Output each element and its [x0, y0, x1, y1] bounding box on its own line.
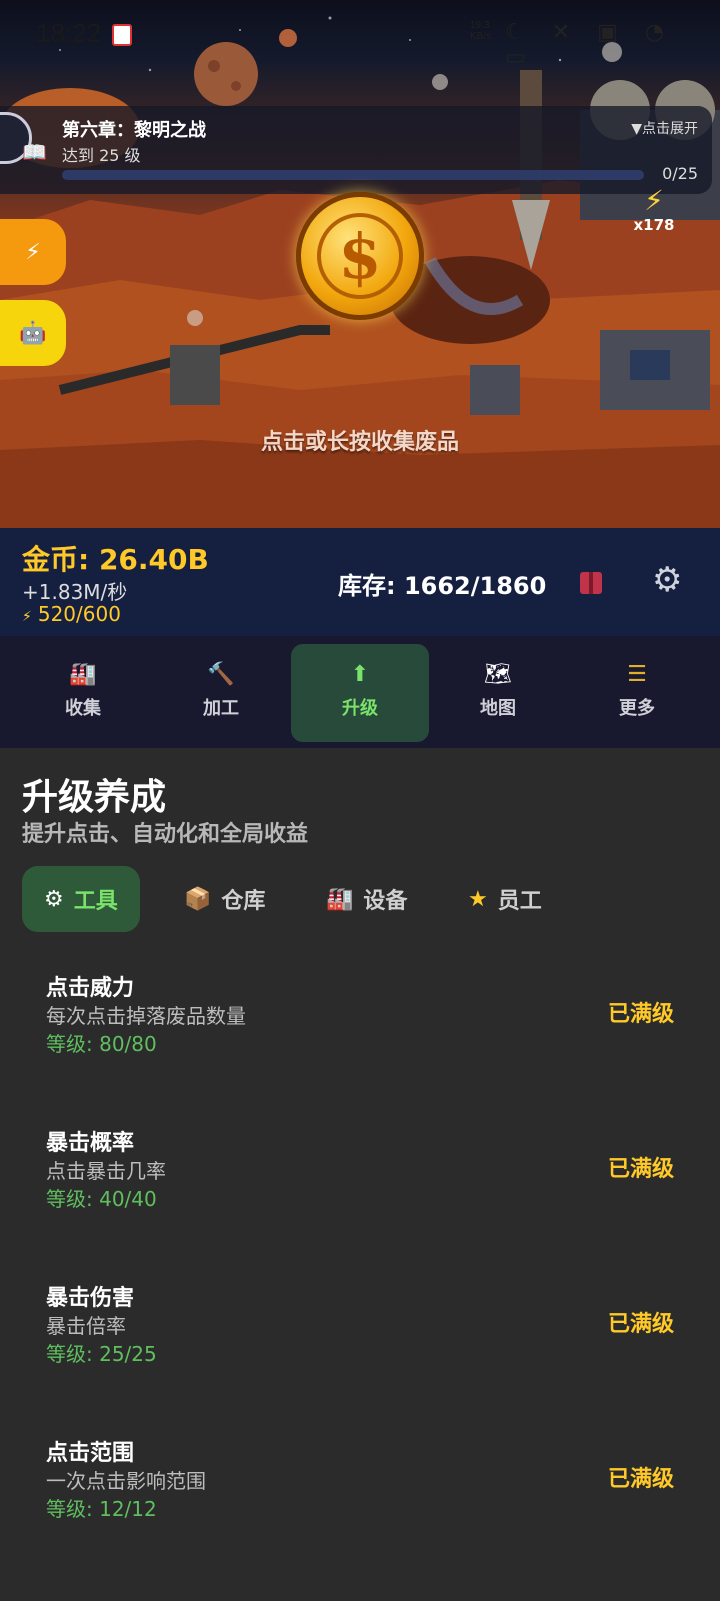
chapter-progress-bar: [62, 170, 644, 180]
max-level-badge: 已满级: [607, 1467, 674, 1492]
page-title: 升级养成: [22, 777, 167, 818]
tab-tools[interactable]: ⚙ 工具: [22, 866, 140, 932]
gold-rate: +1.83M/秒: [22, 580, 128, 604]
settings-gear-icon[interactable]: ⚙: [652, 560, 682, 600]
clock-time: 18:22: [36, 18, 102, 48]
inventory-amount: 库存: 1662/1860: [338, 572, 547, 600]
nav-more[interactable]: ☰ 更多: [568, 644, 706, 742]
chapter-quest-panel[interactable]: 第六章：黎明之战 📖 达到 25 级 ▼点击展开 0/25: [0, 106, 712, 194]
upgrade-level: 等级: 25/25: [46, 1342, 157, 1366]
robot-icon: 🤖: [19, 320, 47, 346]
robot-helper-button[interactable]: 🤖: [0, 300, 66, 366]
energy-multiplier: x178: [633, 216, 675, 234]
status-icons: ☾ ✕ ▣ ◔ ▭: [505, 20, 675, 70]
up-arrow-icon: ⬆: [350, 662, 370, 687]
menu-icon: ☰: [627, 662, 647, 687]
tab-warehouse[interactable]: 📦 仓库: [162, 866, 287, 932]
nav-collect[interactable]: 🏭 收集: [14, 644, 152, 742]
list-item[interactable]: 点击范围 一次点击影响范围 等级: 12/12 已满级: [0, 1435, 720, 1545]
upgrade-level: 等级: 12/12: [46, 1497, 157, 1521]
chapter-goal: 达到 25 级: [62, 146, 141, 165]
nav-map[interactable]: 🗺 地图: [429, 644, 567, 742]
upgrade-name: 暴击伤害: [46, 1286, 135, 1311]
upgrade-desc: 一次点击影响范围: [46, 1469, 206, 1493]
box-icon: 📦: [184, 886, 212, 912]
tab-equipment[interactable]: 🏭 设备: [304, 866, 429, 932]
factory-icon: 🏭: [69, 662, 97, 687]
collect-coin-button[interactable]: $: [296, 192, 424, 320]
tab-staff[interactable]: ★ 员工: [446, 866, 564, 932]
nav-label: 加工: [203, 698, 239, 719]
list-item[interactable]: 暴击概率 点击暴击几率 等级: 40/40 已满级: [0, 1125, 720, 1235]
upgrade-name: 暴击概率: [46, 1131, 135, 1156]
dollar-icon: $: [317, 213, 403, 299]
map-icon: 🗺: [484, 662, 512, 687]
list-item[interactable]: 点击威力 每次点击掉落废品数量 等级: 80/80 已满级: [0, 970, 720, 1080]
tab-label: 设备: [363, 889, 408, 914]
max-level-badge: 已满级: [607, 1002, 674, 1027]
lightning-icon: ⚡: [644, 184, 664, 217]
nav-label: 地图: [480, 698, 516, 719]
upgrade-tabs: ⚙ 工具 📦 仓库 🏭 设备 ★ 员工: [0, 866, 720, 934]
nav-label: 更多: [619, 698, 655, 719]
chapter-progress-count: 0/25: [662, 164, 698, 183]
lightning-boost-button[interactable]: ⚡: [0, 219, 66, 285]
gold-amount: 金币: 26.40B: [22, 543, 209, 576]
upgrade-level: 等级: 80/80: [46, 1032, 157, 1056]
resource-stats-bar: 金币: 26.40B +1.83M/秒 ⚡ 520/600 库存: 1662/18…: [0, 528, 720, 636]
energy-boost-badge[interactable]: ⚡ x178: [612, 186, 696, 248]
max-level-badge: 已满级: [607, 1157, 674, 1182]
energy-amount: ⚡ 520/600: [22, 602, 121, 626]
notification-icon: [112, 24, 132, 46]
max-level-badge: 已满级: [607, 1312, 674, 1337]
page-subtitle: 提升点击、自动化和全局收益: [22, 822, 309, 847]
tab-label: 员工: [497, 889, 542, 914]
star-icon: ★: [468, 886, 488, 912]
network-speed: 19.3 KB/s: [470, 20, 492, 42]
nav-process[interactable]: 🔨 加工: [152, 644, 290, 742]
nav-label: 升级: [342, 698, 378, 719]
lightning-icon: ⚡: [25, 239, 41, 265]
upgrade-desc: 每次点击掉落废品数量: [46, 1004, 246, 1028]
machine-icon: 🏭: [326, 886, 354, 912]
upgrade-desc: 暴击倍率: [46, 1314, 126, 1338]
upgrade-panel: 升级养成 提升点击、自动化和全局收益 ⚙ 工具 📦 仓库 🏭 设备 ★ 员工 点…: [0, 748, 720, 1601]
nav-label: 收集: [65, 698, 101, 719]
lightning-icon: ⚡: [22, 609, 32, 625]
tab-label: 仓库: [221, 889, 266, 914]
bottom-nav: 🏭 收集 🔨 加工 ⬆ 升级 🗺 地图 ☰ 更多: [0, 636, 720, 748]
nav-upgrade[interactable]: ⬆ 升级: [291, 644, 429, 742]
collect-hint: 点击或长按收集废品: [260, 430, 459, 455]
list-item[interactable]: 暴击伤害 暴击倍率 等级: 25/25 已满级: [0, 1280, 720, 1390]
tab-label: 工具: [73, 889, 118, 914]
upgrade-desc: 点击暴击几率: [46, 1159, 166, 1183]
upgrade-level: 等级: 40/40: [46, 1187, 157, 1211]
mining-scene[interactable]: 18:22 19.3 KB/s ☾ ✕ ▣ ◔ ▭ 第六章：黎明之战 📖 达到 …: [0, 0, 720, 528]
gear-icon: ⚙: [44, 886, 64, 912]
hammer-icon: 🔨: [207, 662, 235, 687]
gift-icon[interactable]: [580, 572, 602, 594]
upgrade-name: 点击范围: [46, 1441, 135, 1466]
expand-button[interactable]: ▼点击展开: [631, 118, 698, 138]
upgrade-name: 点击威力: [46, 976, 135, 1001]
chapter-title: 第六章：黎明之战: [62, 120, 206, 141]
system-status-bar: 18:22 19.3 KB/s ☾ ✕ ▣ ◔ ▭: [0, 0, 720, 70]
book-icon: 📖: [22, 140, 47, 164]
